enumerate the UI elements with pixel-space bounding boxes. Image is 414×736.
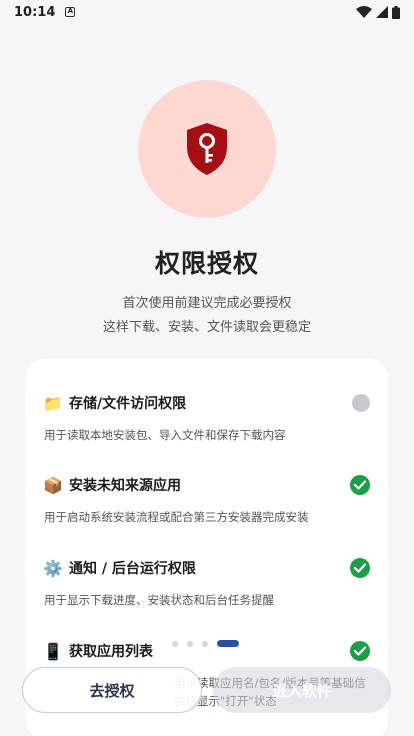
status-icons [356,5,400,19]
check-icon [350,475,370,495]
folder-icon: 📁 [43,393,63,413]
permission-item-storage[interactable]: 📁 存储/文件访问权限 用于读取本地安装包、导入文件和保存下载内容 [26,391,388,443]
page-dot-active[interactable] [217,640,239,647]
page-title: 权限授权 [154,249,259,278]
page-dot[interactable] [187,640,193,647]
status-bar: 10:14 A [0,0,414,24]
authorize-button[interactable]: 去授权 [22,667,202,713]
page-dot[interactable] [172,640,178,647]
page-subtitle: 首次使用前建议完成必要授权 这样下载、安装、文件读取会更稳定 [0,292,414,340]
gear-icon: ⚙️ [43,558,63,578]
package-icon: 📦 [43,475,63,495]
check-icon [350,558,370,578]
battery-icon [392,5,400,19]
permission-desc: 用于显示下载进度、安装状态和后台任务提醒 [44,593,274,607]
hero-circle [138,80,276,218]
subtitle-line: 这样下载、安装、文件读取会更稳定 [102,320,311,335]
permission-item-notification[interactable]: ⚙️ 通知 / 后台运行权限 用于显示下载进度、安装状态和后台任务提醒 [26,556,388,608]
shield-key-icon [187,123,227,175]
check-icon [350,641,370,661]
permission-title: 通知 / 后台运行权限 [69,561,196,577]
permission-item-install[interactable]: 📦 安装未知来源应用 用于启动系统安装流程或配合第三方安装器完成安装 [26,473,388,525]
permission-title: 获取应用列表 [69,644,153,660]
enter-app-button[interactable]: 进入软件 [213,667,391,713]
phone-icon: 📱 [43,641,63,661]
permission-title: 安装未知来源应用 [69,478,181,494]
permission-desc: 用于读取本地安装包、导入文件和保存下载内容 [44,428,286,442]
page-dot[interactable] [202,640,208,647]
wifi-icon [356,6,372,18]
permission-title: 存储/文件访问权限 [69,396,187,412]
subtitle-line: 首次使用前建议完成必要授权 [122,296,292,311]
permission-desc: 用于启动系统安装流程或配合第三方安装器完成安装 [44,510,309,524]
notification-icon: A [65,7,76,17]
status-time: 10:14 [14,4,56,20]
signal-icon [376,6,388,18]
pending-status-icon [352,394,370,412]
page-indicator [172,640,239,647]
